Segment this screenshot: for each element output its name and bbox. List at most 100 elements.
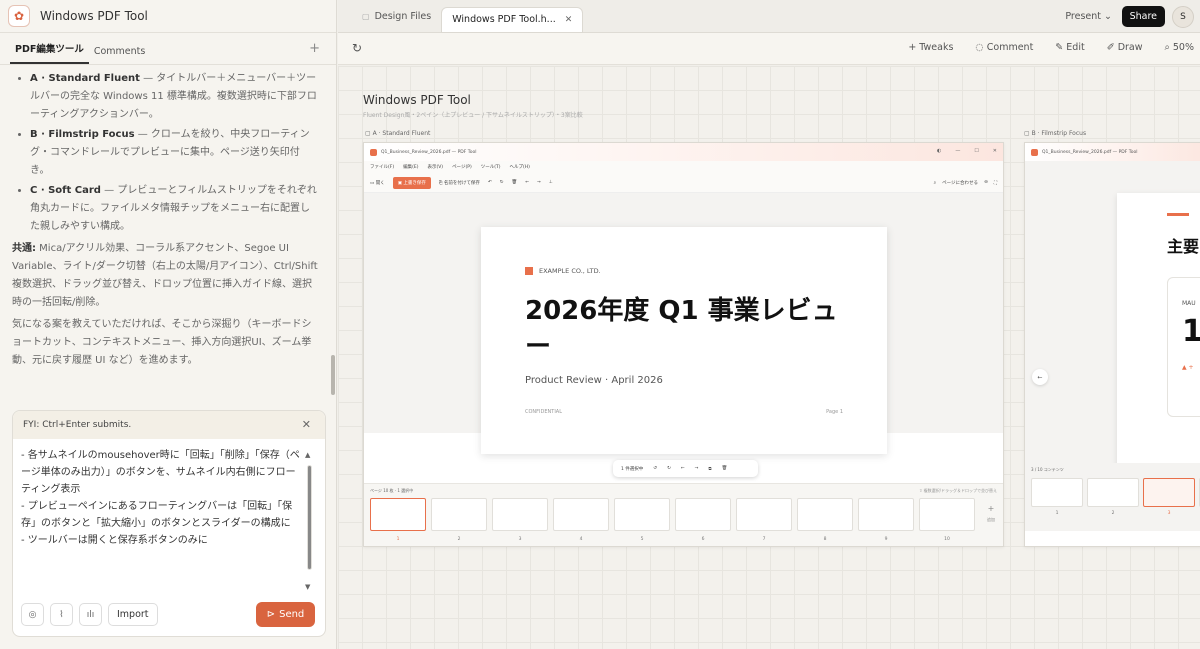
send-icon: ⊳ xyxy=(266,609,276,620)
frame-a-label: ▢ A · Standard Fluent xyxy=(365,130,431,137)
insert-icon[interactable]: ⊥ xyxy=(549,180,553,185)
confidential-label: CONFIDENTIAL xyxy=(525,409,563,415)
thumbnail-number: 5 xyxy=(640,537,644,542)
closing-text: 気になる案を教えていただければ、そこから深掘り（キーボードショートカット、コンテ… xyxy=(12,319,312,366)
thumbnail[interactable] xyxy=(614,498,670,531)
strip-header: ページ 10 枚 · 1 選択中 xyxy=(370,488,414,493)
app-title: Windows PDF Tool xyxy=(40,9,148,23)
audio-icon[interactable]: ılı xyxy=(79,603,102,626)
rotate-right-icon[interactable]: ↻ xyxy=(667,466,671,471)
slide-title: 2026年度 Q1 事業レビュー xyxy=(525,296,838,362)
frame-a-titlebar: Q1_Business_Review_2026.pdf — PDF Tool ◐… xyxy=(364,143,1003,161)
thumbnail-number: 2 xyxy=(1111,511,1115,516)
close-tab-icon[interactable]: ✕ xyxy=(565,15,573,25)
scroll-up-icon[interactable]: ▲ xyxy=(305,451,310,459)
fyi-text: FYI: Ctrl+Enter submits. xyxy=(23,420,132,430)
minimize-icon[interactable]: — xyxy=(955,148,960,154)
thumbnail[interactable] xyxy=(736,498,792,531)
tweaks-button[interactable]: + Tweaks xyxy=(908,42,953,53)
zoom-out-icon[interactable]: ⊖ xyxy=(984,180,988,186)
scroll-down-icon[interactable]: ▼ xyxy=(305,583,310,591)
share-button[interactable]: Share xyxy=(1121,6,1165,27)
edit-button[interactable]: ✎ Edit xyxy=(1055,42,1084,53)
menu-help[interactable]: ヘルプ(H) xyxy=(509,164,529,170)
palette-icon[interactable]: ✿ xyxy=(8,5,30,27)
undo-icon[interactable]: ↶ xyxy=(488,180,492,185)
menu-tools[interactable]: ツール(T) xyxy=(481,164,501,170)
delete-icon[interactable]: 🗑 xyxy=(722,466,728,471)
preview-pane-b: 主要 MAU 1 ▲ + ← xyxy=(1025,161,1200,483)
thumbnail[interactable] xyxy=(370,498,426,531)
move-right-icon[interactable]: → xyxy=(695,466,699,471)
close-icon[interactable]: ✕ xyxy=(993,148,997,154)
thumbnail[interactable] xyxy=(431,498,487,531)
save-button[interactable]: ▣ 上書き保存 xyxy=(392,176,431,189)
thumbnail[interactable] xyxy=(1143,478,1195,507)
chat-tabs: PDF編集ツール Comments + xyxy=(0,33,336,65)
draw-button[interactable]: ✐ Draw xyxy=(1107,42,1143,53)
fit-page-button[interactable]: ページに合わせる xyxy=(942,180,978,186)
rotate-left-icon[interactable]: ↺ xyxy=(653,466,657,471)
composer-scrollbar[interactable]: ▲ ▼ xyxy=(305,451,313,591)
reload-icon[interactable]: ↻ xyxy=(352,41,362,55)
tab-design-files[interactable]: ▢ Design Files xyxy=(352,4,441,28)
search-icon: ⌕ xyxy=(1164,42,1170,53)
thumbnail[interactable] xyxy=(492,498,548,531)
fullscreen-icon[interactable]: ⛶ xyxy=(994,180,997,186)
message-input[interactable]: - 各サムネイルのmousehover時に「回転」「削除」「保存（ページ単体のみ… xyxy=(21,447,303,549)
maximize-icon[interactable]: ☐ xyxy=(974,148,978,154)
arrow-right-icon[interactable]: → xyxy=(537,180,541,185)
thumbnail[interactable] xyxy=(675,498,731,531)
tab-pdf-tool[interactable]: PDF編集ツール xyxy=(10,41,89,64)
duplicate-icon[interactable]: ⧉ xyxy=(708,466,711,472)
avatar[interactable]: S xyxy=(1172,6,1194,28)
import-button[interactable]: Import xyxy=(108,603,158,626)
frame-a[interactable]: Q1_Business_Review_2026.pdf — PDF Tool ◐… xyxy=(363,142,1004,547)
zoom-icon[interactable]: ⌕ xyxy=(934,180,937,186)
add-page-button[interactable]: + 追加 xyxy=(987,504,995,525)
tab-comments[interactable]: Comments xyxy=(89,46,151,64)
frame-b-label: ▢ B · Filmstrip Focus xyxy=(1024,130,1087,137)
metric-value: 1 xyxy=(1182,314,1200,349)
comment-button[interactable]: ◌ Comment xyxy=(975,42,1033,53)
selection-count: 1 件選択中 xyxy=(621,466,644,472)
thumbnail-strip-b: 3 / 10 コンテンツ 1 2 3 4 xyxy=(1025,463,1200,531)
attach-icon[interactable]: ⌇ xyxy=(50,603,73,626)
chat-scrollbar[interactable] xyxy=(331,355,335,395)
add-tab-icon[interactable]: + xyxy=(309,41,320,56)
menu-file[interactable]: ファイル(F) xyxy=(370,164,394,170)
thumbnail[interactable] xyxy=(553,498,609,531)
frame-b[interactable]: Q1_Business_Review_2026.pdf — PDF Tool 主… xyxy=(1024,142,1200,547)
delete-icon[interactable]: 🗑 xyxy=(511,180,517,185)
move-left-icon[interactable]: ← xyxy=(681,466,685,471)
settings-icon[interactable]: ◎ xyxy=(21,603,44,626)
present-button[interactable]: Present ⌄ xyxy=(1065,11,1112,22)
menu-page[interactable]: ページ(P) xyxy=(452,164,472,170)
menu-edit[interactable]: 編集(E) xyxy=(403,164,418,170)
page-preview-b[interactable]: 主要 MAU 1 ▲ + xyxy=(1117,193,1200,475)
thumbnail[interactable] xyxy=(858,498,914,531)
tab-windows-pdf-tool[interactable]: Windows PDF Tool.h... ✕ xyxy=(441,6,584,33)
composer: FYI: Ctrl+Enter submits. ✕ - 各サムネイルのmous… xyxy=(12,410,326,637)
thumbnail[interactable] xyxy=(1087,478,1139,507)
pen-icon: ✐ xyxy=(1106,42,1115,53)
thumbnail[interactable] xyxy=(919,498,975,531)
design-canvas[interactable]: Windows PDF Tool Fluent Design風・2ペイン（上プレ… xyxy=(338,66,1200,649)
page-preview[interactable]: EXAMPLE CO., LTD. 2026年度 Q1 事業レビュー Produ… xyxy=(481,227,887,454)
save-as-button[interactable]: ⎘ 名前を付けて保存 xyxy=(439,180,480,186)
send-button[interactable]: ⊳ Send xyxy=(256,602,315,627)
close-icon[interactable]: ✕ xyxy=(302,418,311,431)
thumbnail-number: 9 xyxy=(884,537,888,542)
file-icon: ▢ xyxy=(362,11,370,21)
thumbnail-number: 8 xyxy=(823,537,827,542)
arrow-left-icon[interactable]: ← xyxy=(525,180,529,185)
rotate-icon[interactable]: ↻ xyxy=(500,180,504,185)
thumbnail[interactable] xyxy=(1031,478,1083,507)
thumbnail[interactable] xyxy=(797,498,853,531)
theme-icon[interactable]: ◐ xyxy=(937,148,941,154)
open-button[interactable]: ▭ 開く xyxy=(370,180,385,186)
menu-view[interactable]: 表示(V) xyxy=(427,164,443,170)
prev-page-icon[interactable]: ← xyxy=(1032,369,1048,385)
zoom-control[interactable]: ⌕ 50% xyxy=(1165,42,1194,53)
scroll-thumb[interactable] xyxy=(307,465,312,570)
